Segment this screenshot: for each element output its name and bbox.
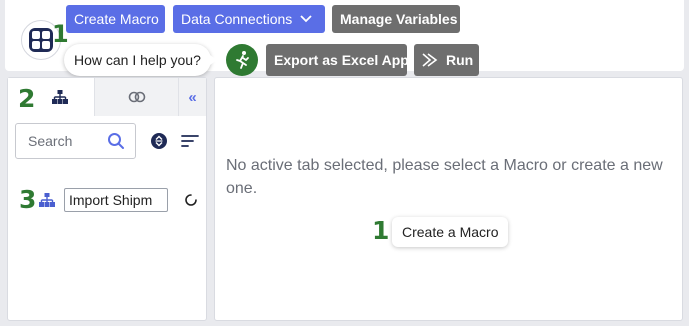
macro-sidebar: « Search Import Shipm	[7, 77, 207, 321]
tab-connections[interactable]	[94, 78, 178, 116]
hierarchy-icon	[52, 90, 68, 104]
run-label: Run	[446, 52, 474, 68]
chevron-down-icon	[300, 15, 312, 23]
manage-variables-button[interactable]: Manage Variables	[332, 5, 460, 33]
loading-spinner-icon	[184, 193, 198, 207]
data-connections-label: Data Connections	[181, 11, 293, 27]
step-badge-main: 1	[372, 216, 390, 245]
step-badge-sidebar: 2	[18, 84, 36, 113]
create-macro-button[interactable]: Create Macro	[66, 5, 165, 33]
step-badge-tree: 3	[19, 185, 37, 214]
macro-tree-item[interactable]: Import Shipm	[8, 186, 206, 214]
macro-hierarchy-icon	[39, 193, 55, 207]
sidebar-tabs: «	[8, 78, 206, 116]
running-figure-icon[interactable]	[226, 44, 258, 76]
sort-order-icon[interactable]	[151, 133, 167, 149]
search-placeholder: Search	[28, 133, 73, 149]
export-excel-button[interactable]: Export as Excel App	[266, 44, 409, 76]
macro-workspace: No active tab selected, please select a …	[214, 77, 683, 321]
run-button[interactable]: Run	[414, 44, 479, 76]
collapse-chevrons-icon[interactable]: «	[178, 78, 206, 116]
empty-state-message: No active tab selected, please select a …	[226, 157, 663, 197]
run-icon	[422, 53, 438, 67]
data-connections-button[interactable]: Data Connections	[173, 5, 325, 33]
search-icon[interactable]	[107, 132, 125, 153]
create-a-macro-button[interactable]: Create a Macro	[392, 217, 509, 247]
help-prompt-bubble[interactable]: How can I help you?	[64, 44, 217, 76]
macro-name-field[interactable]: Import Shipm	[64, 188, 168, 212]
filter-lines-icon[interactable]	[181, 134, 199, 148]
search-input[interactable]: Search	[15, 123, 136, 159]
link-rings-icon	[128, 91, 146, 103]
